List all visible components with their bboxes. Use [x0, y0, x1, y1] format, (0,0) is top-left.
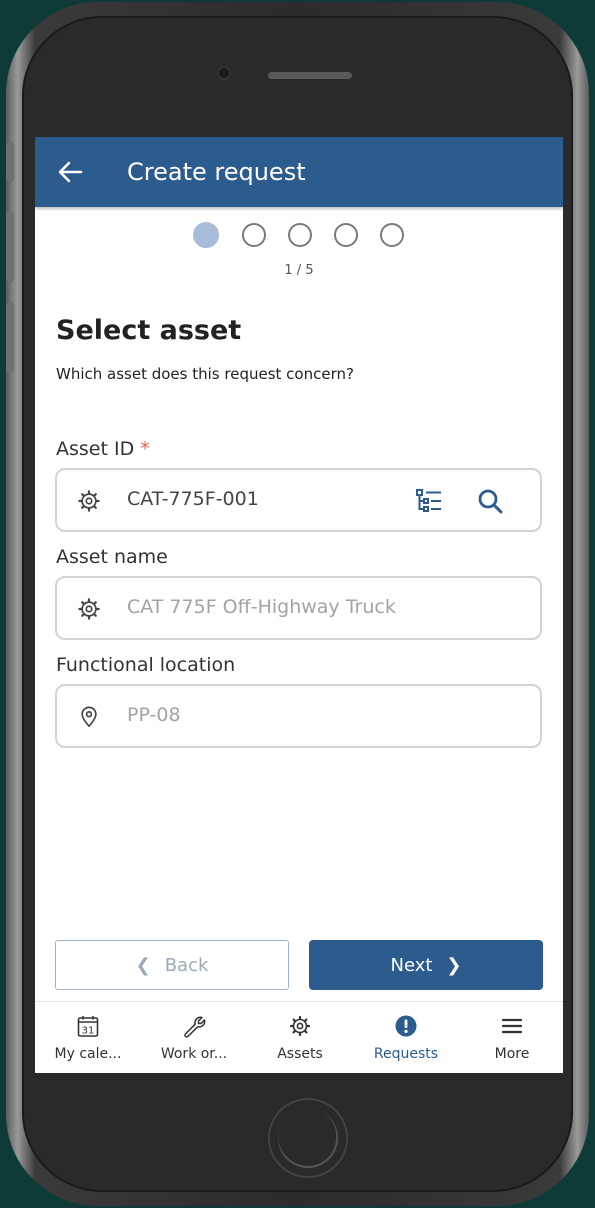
section-title: Select asset: [56, 315, 242, 346]
front-camera: [219, 68, 229, 78]
section-subtitle: Which asset does this request concern?: [56, 365, 354, 383]
calendar-day-number: 31: [82, 1026, 95, 1037]
menu-icon: [501, 1018, 523, 1034]
gear-icon: [78, 598, 100, 620]
nav-item-more[interactable]: More: [459, 1002, 563, 1073]
functional-location-value: PP-08: [127, 704, 181, 726]
asset-name-label: Asset name: [56, 546, 168, 568]
earpiece-speaker: [268, 72, 352, 79]
exclamation-circle-icon: [395, 1015, 417, 1037]
functional-location-label: Functional location: [56, 654, 236, 676]
step-dot-3: [288, 223, 312, 247]
nav-label-assets: Assets: [277, 1046, 323, 1062]
volume-up-button: [6, 212, 14, 282]
home-button[interactable]: [268, 1098, 348, 1178]
gear-icon: [78, 490, 100, 512]
asset-id-label: Asset ID *: [56, 438, 150, 460]
mute-switch: [6, 142, 14, 182]
next-button[interactable]: Next ❯: [309, 940, 543, 990]
functional-location-field[interactable]: PP-08: [55, 684, 542, 748]
bottom-nav: 31 My cale... Work or... Assets Requests…: [35, 1001, 563, 1073]
next-button-label: Next: [390, 954, 433, 976]
nav-label-calendar: My cale...: [54, 1046, 122, 1062]
step-dot-1: [193, 222, 219, 248]
back-button[interactable]: ❮ Back: [55, 940, 289, 990]
nav-label-work-orders: Work or...: [160, 1046, 228, 1062]
gear-icon: [289, 1015, 311, 1037]
step-dot-4: [334, 223, 358, 247]
wrench-icon: [184, 1016, 206, 1038]
asset-name-field[interactable]: CAT 775F Off-Highway Truck: [55, 576, 542, 640]
chevron-left-icon: ❮: [135, 954, 151, 976]
hierarchy-tree-icon[interactable]: [415, 488, 443, 514]
asset-id-value: CAT-775F-001: [127, 488, 259, 510]
app-screen: Create request 1 / 5 Select asset Which …: [35, 137, 563, 1073]
back-arrow-icon[interactable]: [57, 159, 83, 185]
nav-item-requests[interactable]: Requests: [353, 1002, 459, 1073]
location-pin-icon: [81, 706, 97, 727]
nav-item-work-orders[interactable]: Work or...: [141, 1002, 247, 1073]
app-bar: Create request: [35, 137, 563, 207]
step-count: 1 / 5: [284, 263, 314, 278]
calendar-icon: 31: [77, 1016, 99, 1037]
asset-id-label-text: Asset ID: [56, 438, 135, 460]
search-icon[interactable]: [477, 488, 503, 514]
nav-item-calendar[interactable]: 31 My cale...: [35, 1002, 141, 1073]
chevron-right-icon: ❯: [446, 954, 462, 976]
asset-id-field[interactable]: CAT-775F-001: [55, 468, 542, 532]
nav-item-assets[interactable]: Assets: [247, 1002, 353, 1073]
step-indicator: [35, 221, 563, 251]
volume-down-button: [6, 302, 14, 372]
nav-label-requests: Requests: [373, 1046, 439, 1062]
step-dot-2: [242, 223, 266, 247]
required-mark: *: [140, 438, 150, 460]
asset-name-value: CAT 775F Off-Highway Truck: [127, 596, 396, 618]
back-button-label: Back: [164, 954, 209, 976]
page-title: Create request: [127, 158, 306, 186]
step-dot-5: [380, 223, 404, 247]
nav-label-more: More: [494, 1046, 530, 1062]
